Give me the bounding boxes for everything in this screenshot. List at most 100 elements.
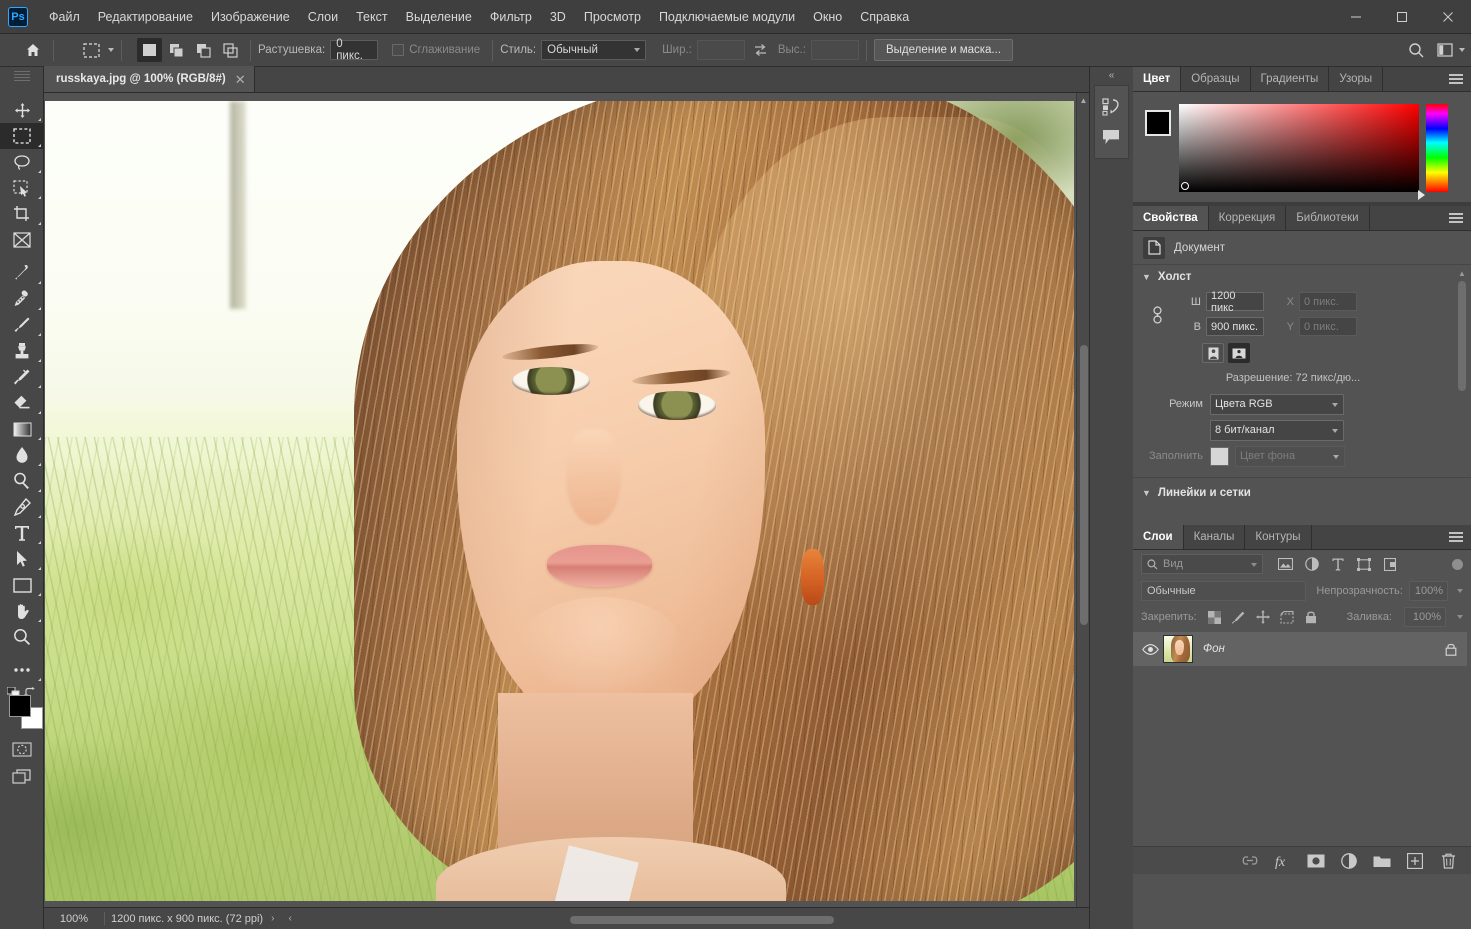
layer-locked-icon[interactable] xyxy=(1445,642,1457,656)
comments-icon[interactable] xyxy=(1095,122,1128,152)
screen-mode-button[interactable] xyxy=(0,763,44,791)
properties-vertical-scrollbar[interactable]: ▲ ▼ xyxy=(1457,267,1467,762)
link-dimensions-icon[interactable] xyxy=(1147,305,1167,325)
menu-image[interactable]: Изображение xyxy=(202,0,299,34)
toolbar-grip[interactable] xyxy=(14,71,30,81)
filter-pixel-layers-icon[interactable] xyxy=(1277,556,1294,573)
clone-stamp-tool[interactable] xyxy=(0,338,44,364)
layer-visibility-icon[interactable] xyxy=(1137,643,1163,655)
menu-text[interactable]: Текст xyxy=(347,0,396,34)
rectangular-marquee-tool[interactable] xyxy=(0,123,44,149)
menu-filter[interactable]: Фильтр xyxy=(481,0,541,34)
quick-mask-button[interactable] xyxy=(0,735,44,763)
bit-depth-select[interactable]: 8 бит/канал xyxy=(1210,419,1344,441)
hue-slider-marker[interactable] xyxy=(1418,190,1425,200)
layer-filter-select[interactable]: Вид xyxy=(1141,554,1263,574)
close-button[interactable] xyxy=(1425,0,1471,34)
menu-plugins[interactable]: Подключаемые модули xyxy=(650,0,804,34)
current-tool-marquee-icon[interactable] xyxy=(79,39,103,61)
feather-input[interactable]: 0 пикс. xyxy=(330,38,379,62)
opacity-chevron-down-icon[interactable] xyxy=(1457,589,1463,593)
eraser-tool[interactable] xyxy=(0,390,44,416)
hand-tool[interactable] xyxy=(0,598,44,624)
quick-selection-tool[interactable] xyxy=(0,175,44,201)
minimize-button[interactable] xyxy=(1333,0,1379,34)
path-selection-tool[interactable] xyxy=(0,546,44,572)
color-field-cursor[interactable] xyxy=(1181,182,1189,190)
panel-menu-icon[interactable] xyxy=(1449,74,1463,85)
blend-mode-select[interactable]: Обычные xyxy=(1141,581,1307,601)
status-expand-icon[interactable]: › xyxy=(271,913,274,924)
brush-tool[interactable] xyxy=(0,312,44,338)
opacity-input[interactable]: 100% xyxy=(1408,581,1448,601)
scrollbar-thumb[interactable] xyxy=(570,916,834,924)
tab-color[interactable]: Цвет xyxy=(1133,67,1182,91)
menu-file[interactable]: Файл xyxy=(40,0,89,34)
canvas-y-input[interactable]: 0 пикс. xyxy=(1299,317,1357,336)
add-layer-mask-icon[interactable] xyxy=(1307,852,1325,870)
style-select[interactable]: Обычный xyxy=(541,40,647,60)
document-image[interactable] xyxy=(45,101,1074,901)
tab-patterns[interactable]: Узоры xyxy=(1329,67,1384,91)
menu-select[interactable]: Выделение xyxy=(397,0,481,34)
search-icon[interactable] xyxy=(1408,42,1425,59)
scrollbar-thumb[interactable] xyxy=(1080,345,1088,625)
menu-help[interactable]: Справка xyxy=(851,0,918,34)
gradient-tool[interactable] xyxy=(0,416,44,442)
tab-swatches[interactable]: Образцы xyxy=(1181,67,1251,91)
fill-chevron-down-icon[interactable] xyxy=(1457,615,1463,619)
delete-layer-icon[interactable] xyxy=(1439,852,1457,870)
tool-preset-chevron-down-icon[interactable] xyxy=(108,48,114,52)
fill-select[interactable]: Цвет фона xyxy=(1235,445,1345,467)
menu-window[interactable]: Окно xyxy=(804,0,851,34)
menu-view[interactable]: Просмотр xyxy=(575,0,650,34)
tab-paths[interactable]: Контуры xyxy=(1245,525,1312,549)
add-to-selection-button[interactable] xyxy=(164,38,189,62)
subtract-from-selection-button[interactable] xyxy=(191,38,216,62)
portrait-orientation-button[interactable] xyxy=(1202,343,1224,363)
antialias-checkbox[interactable] xyxy=(392,44,405,56)
menu-edit[interactable]: Редактирование xyxy=(89,0,202,34)
width-input[interactable] xyxy=(696,40,745,60)
filter-adjustment-layers-icon[interactable] xyxy=(1303,556,1320,573)
workspace-chevron-down-icon[interactable] xyxy=(1459,48,1465,52)
new-adjustment-layer-icon[interactable] xyxy=(1340,852,1358,870)
tab-gradients[interactable]: Градиенты xyxy=(1251,67,1330,91)
layer-style-fx-icon[interactable]: fx xyxy=(1274,852,1292,870)
canvas-section-header[interactable]: ▼ Холст xyxy=(1133,265,1471,289)
lasso-tool[interactable] xyxy=(0,149,44,175)
layer-thumbnail[interactable] xyxy=(1163,635,1193,663)
foreground-color-swatch[interactable] xyxy=(1145,110,1171,136)
status-prev-icon[interactable]: ‹ xyxy=(288,913,291,924)
filter-type-layers-icon[interactable] xyxy=(1329,556,1346,573)
lock-image-pixels-icon[interactable] xyxy=(1231,609,1247,625)
lock-transparent-pixels-icon[interactable] xyxy=(1207,609,1223,625)
color-mode-select[interactable]: Цвета RGB xyxy=(1210,393,1344,415)
crop-tool[interactable] xyxy=(0,201,44,227)
landscape-orientation-button[interactable] xyxy=(1228,343,1250,363)
type-tool[interactable] xyxy=(0,520,44,546)
scroll-up-icon[interactable]: ▲ xyxy=(1077,93,1089,107)
layer-name[interactable]: Фон xyxy=(1203,643,1225,655)
canvas-height-input[interactable]: 900 пикс. xyxy=(1206,317,1264,336)
filter-shape-layers-icon[interactable] xyxy=(1355,556,1372,573)
swap-dimensions-icon[interactable] xyxy=(753,43,768,57)
canvas-width-input[interactable]: 1200 пикс xyxy=(1206,290,1264,314)
panel-menu-icon[interactable] xyxy=(1449,532,1463,543)
foreground-color-swatch[interactable] xyxy=(9,695,31,717)
rulers-section-header[interactable]: ▼ Линейки и сетки xyxy=(1133,481,1471,505)
home-icon[interactable] xyxy=(20,38,46,62)
select-and-mask-button[interactable]: Выделение и маска... xyxy=(873,39,1014,61)
tab-libraries[interactable]: Библиотеки xyxy=(1286,206,1370,230)
rectangle-tool[interactable] xyxy=(0,572,44,598)
lock-position-icon[interactable] xyxy=(1255,609,1271,625)
scroll-up-icon[interactable]: ▲ xyxy=(1457,267,1467,279)
canvas-vertical-scrollbar[interactable]: ▲ ▼ xyxy=(1076,93,1089,929)
move-tool[interactable] xyxy=(0,97,44,123)
new-selection-button[interactable] xyxy=(137,38,162,62)
eyedropper-tool[interactable] xyxy=(0,260,44,286)
height-input[interactable] xyxy=(810,40,859,60)
new-group-icon[interactable] xyxy=(1373,852,1391,870)
scrollbar-thumb[interactable] xyxy=(1458,281,1466,391)
document-tab[interactable]: russkaya.jpg @ 100% (RGB/8#) ✕ xyxy=(44,66,255,92)
